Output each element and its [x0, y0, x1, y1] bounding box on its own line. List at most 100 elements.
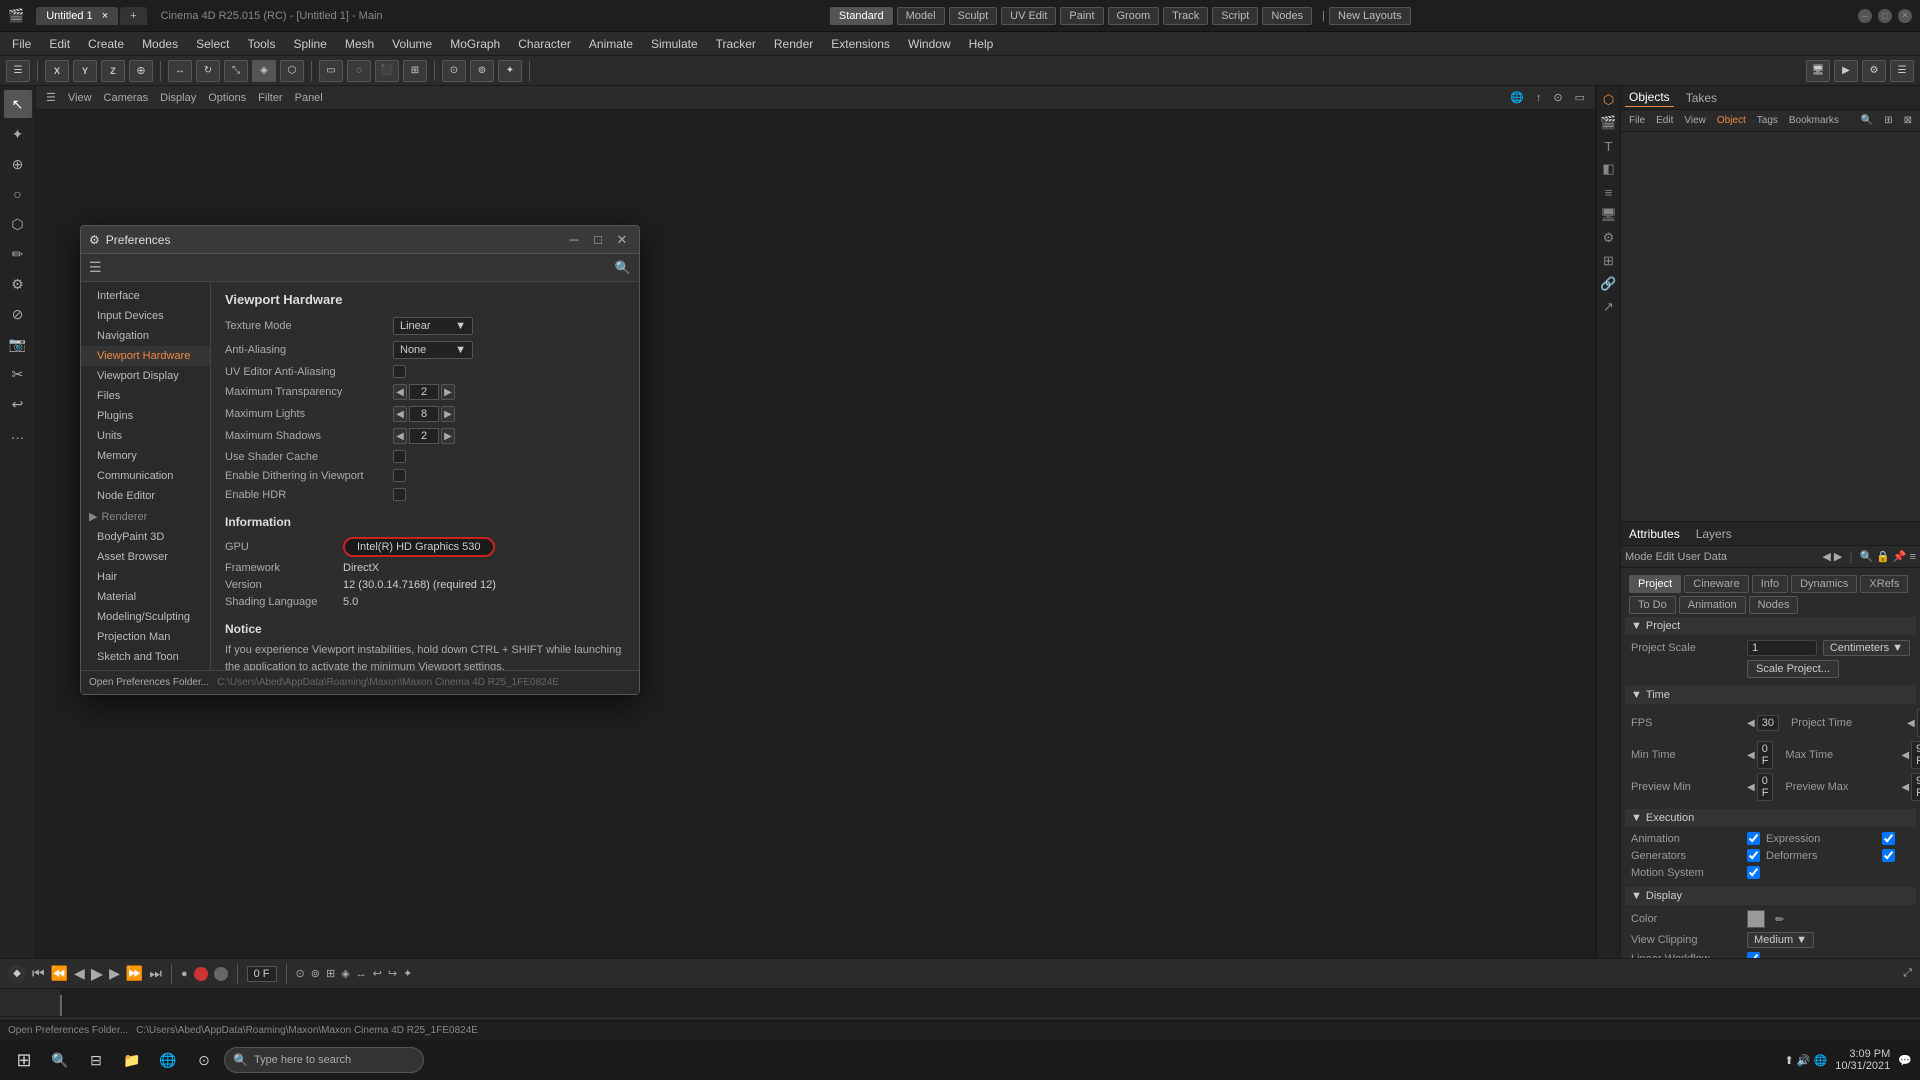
subtab-cineware[interactable]: Cineware: [1684, 575, 1748, 593]
attr-mode-btn[interactable]: Mode: [1625, 551, 1653, 563]
pref-menu-icon[interactable]: ☰: [89, 259, 102, 276]
menu-render[interactable]: Render: [766, 35, 821, 53]
anti-aliasing-dropdown[interactable]: None ▼: [393, 341, 473, 359]
pref-search-icon[interactable]: 🔍: [615, 260, 631, 276]
vp-icon4[interactable]: ▭: [1571, 91, 1589, 104]
play-btn[interactable]: ▶: [91, 964, 103, 984]
menu-help[interactable]: Help: [961, 35, 1002, 53]
attr-back-btn[interactable]: ◀: [1822, 550, 1830, 563]
ri-uv-icon[interactable]: ↗: [1599, 297, 1619, 317]
pref-item-node-editor[interactable]: Node Editor: [81, 486, 210, 506]
toolbar-keyframe[interactable]: ⬡: [280, 60, 304, 82]
subtab-todo[interactable]: To Do: [1629, 596, 1676, 614]
menu-tools[interactable]: Tools: [239, 35, 283, 53]
pref-open-folder-btn[interactable]: Open Preferences Folder...: [89, 677, 209, 688]
attr-search-icon[interactable]: 🔍: [1859, 550, 1873, 563]
ri-material-icon[interactable]: T: [1599, 136, 1619, 156]
vp-panel[interactable]: Panel: [291, 92, 327, 104]
toolbar-y[interactable]: Y: [73, 60, 97, 82]
execution-section-header[interactable]: ▼ Execution: [1625, 809, 1916, 827]
project-time-value[interactable]: 0 F: [1917, 709, 1920, 737]
mint-dec-btn[interactable]: ◀: [1747, 750, 1755, 761]
obj-icon3[interactable]: ⊠: [1900, 114, 1916, 127]
minimize-btn[interactable]: ─: [1858, 9, 1872, 23]
pref-item-hair[interactable]: Hair: [81, 567, 210, 587]
color-swatch[interactable]: [1747, 910, 1765, 928]
tool-cut[interactable]: ✂: [4, 360, 32, 388]
tab-takes[interactable]: Takes: [1682, 89, 1721, 107]
tool-move[interactable]: ✦: [4, 120, 32, 148]
max-lights-val[interactable]: 8: [409, 406, 439, 422]
close-tab-icon[interactable]: ×: [102, 10, 108, 22]
menu-edit[interactable]: Edit: [41, 35, 78, 53]
prev-frame-btn[interactable]: ⏪: [51, 965, 68, 982]
layout-uvedit[interactable]: UV Edit: [1001, 7, 1056, 25]
vp-icon2[interactable]: ↑: [1532, 92, 1546, 104]
obj-search-icon[interactable]: 🔍: [1857, 114, 1877, 127]
motion-record-btn[interactable]: [214, 967, 228, 981]
tool-gear[interactable]: ⚙: [4, 270, 32, 298]
menu-character[interactable]: Character: [510, 35, 579, 53]
max-trans-val[interactable]: 2: [409, 384, 439, 400]
animation-checkbox[interactable]: [1747, 832, 1760, 845]
min-time-value[interactable]: 0 F: [1757, 741, 1774, 769]
subtab-animation[interactable]: Animation: [1679, 596, 1746, 614]
attr-userdata-btn[interactable]: User Data: [1678, 551, 1728, 563]
toolbar-z[interactable]: Z: [101, 60, 125, 82]
obj-bookmarks-btn[interactable]: Bookmarks: [1785, 114, 1843, 127]
vp-icon3[interactable]: ⊙: [1549, 91, 1566, 104]
edge-btn[interactable]: 🌐: [152, 1044, 184, 1076]
tool-select[interactable]: ↖: [4, 90, 32, 118]
close-btn[interactable]: ✕: [1898, 9, 1912, 23]
scale-project-btn[interactable]: Scale Project...: [1747, 660, 1839, 678]
toolbar-render-to-vp[interactable]: 🖥: [1806, 60, 1830, 82]
ri-object-icon[interactable]: ⬡: [1599, 90, 1619, 110]
keyframe-btn[interactable]: ◆: [8, 965, 26, 983]
layout-script[interactable]: Script: [1212, 7, 1258, 25]
maxt-dec-btn[interactable]: ◀: [1901, 750, 1909, 761]
toolbar-menu-icon[interactable]: ☰: [6, 60, 30, 82]
texture-mode-dropdown[interactable]: Linear ▼: [393, 317, 473, 335]
obj-file-btn[interactable]: File: [1625, 114, 1649, 127]
obj-tags-btn[interactable]: Tags: [1753, 114, 1782, 127]
tl-icon1[interactable]: ⊙: [296, 967, 305, 980]
max-shadows-inc[interactable]: ▶: [441, 428, 455, 444]
max-lights-inc[interactable]: ▶: [441, 406, 455, 422]
pref-item-interface[interactable]: Interface: [81, 286, 210, 306]
tab-objects[interactable]: Objects: [1625, 88, 1674, 107]
attr-edit-btn[interactable]: Edit: [1656, 551, 1675, 563]
max-time-value[interactable]: 90 F: [1911, 741, 1920, 769]
ri-link-icon[interactable]: 🔗: [1599, 274, 1619, 294]
menu-extensions[interactable]: Extensions: [823, 35, 898, 53]
current-frame-display[interactable]: 0 F: [247, 966, 277, 982]
record-active-btn[interactable]: [194, 967, 208, 981]
shader-cache-checkbox[interactable]: [393, 450, 406, 463]
preview-min-value[interactable]: 0 F: [1757, 773, 1774, 801]
tool-null[interactable]: ⊘: [4, 300, 32, 328]
taskbar-notification-btn[interactable]: 💬: [1898, 1054, 1912, 1067]
tab-layers[interactable]: Layers: [1692, 525, 1736, 543]
pref-item-navigation[interactable]: Navigation: [81, 326, 210, 346]
menu-simulate[interactable]: Simulate: [643, 35, 706, 53]
skip-start-btn[interactable]: ⏮: [32, 965, 45, 982]
max-trans-dec[interactable]: ◀: [393, 384, 407, 400]
tl-icon8[interactable]: ✦: [403, 967, 412, 980]
menu-create[interactable]: Create: [80, 35, 132, 53]
attr-pin-icon[interactable]: 📌: [1893, 550, 1907, 563]
layout-sculpt[interactable]: Sculpt: [949, 7, 998, 25]
pmin-dec-btn[interactable]: ◀: [1747, 782, 1755, 793]
preview-max-value[interactable]: 90 F: [1911, 773, 1920, 801]
tl-icon5[interactable]: ↔: [356, 968, 367, 980]
linear-workflow-checkbox[interactable]: [1747, 952, 1760, 958]
vp-icon1[interactable]: 🌐: [1506, 91, 1528, 104]
new-layouts-btn[interactable]: New Layouts: [1329, 7, 1411, 25]
toolbar-render-queue[interactable]: ☰: [1890, 60, 1914, 82]
menu-animate[interactable]: Animate: [581, 35, 641, 53]
expression-checkbox[interactable]: [1882, 832, 1895, 845]
start-btn[interactable]: ⊞: [8, 1044, 40, 1076]
toolbar-r2[interactable]: ⊚: [470, 60, 494, 82]
toolbar-r1[interactable]: ⊙: [442, 60, 466, 82]
vp-view[interactable]: View: [64, 92, 96, 104]
fps-dec-btn[interactable]: ◀: [1747, 718, 1755, 729]
tl-icon6[interactable]: ↩: [373, 967, 382, 980]
